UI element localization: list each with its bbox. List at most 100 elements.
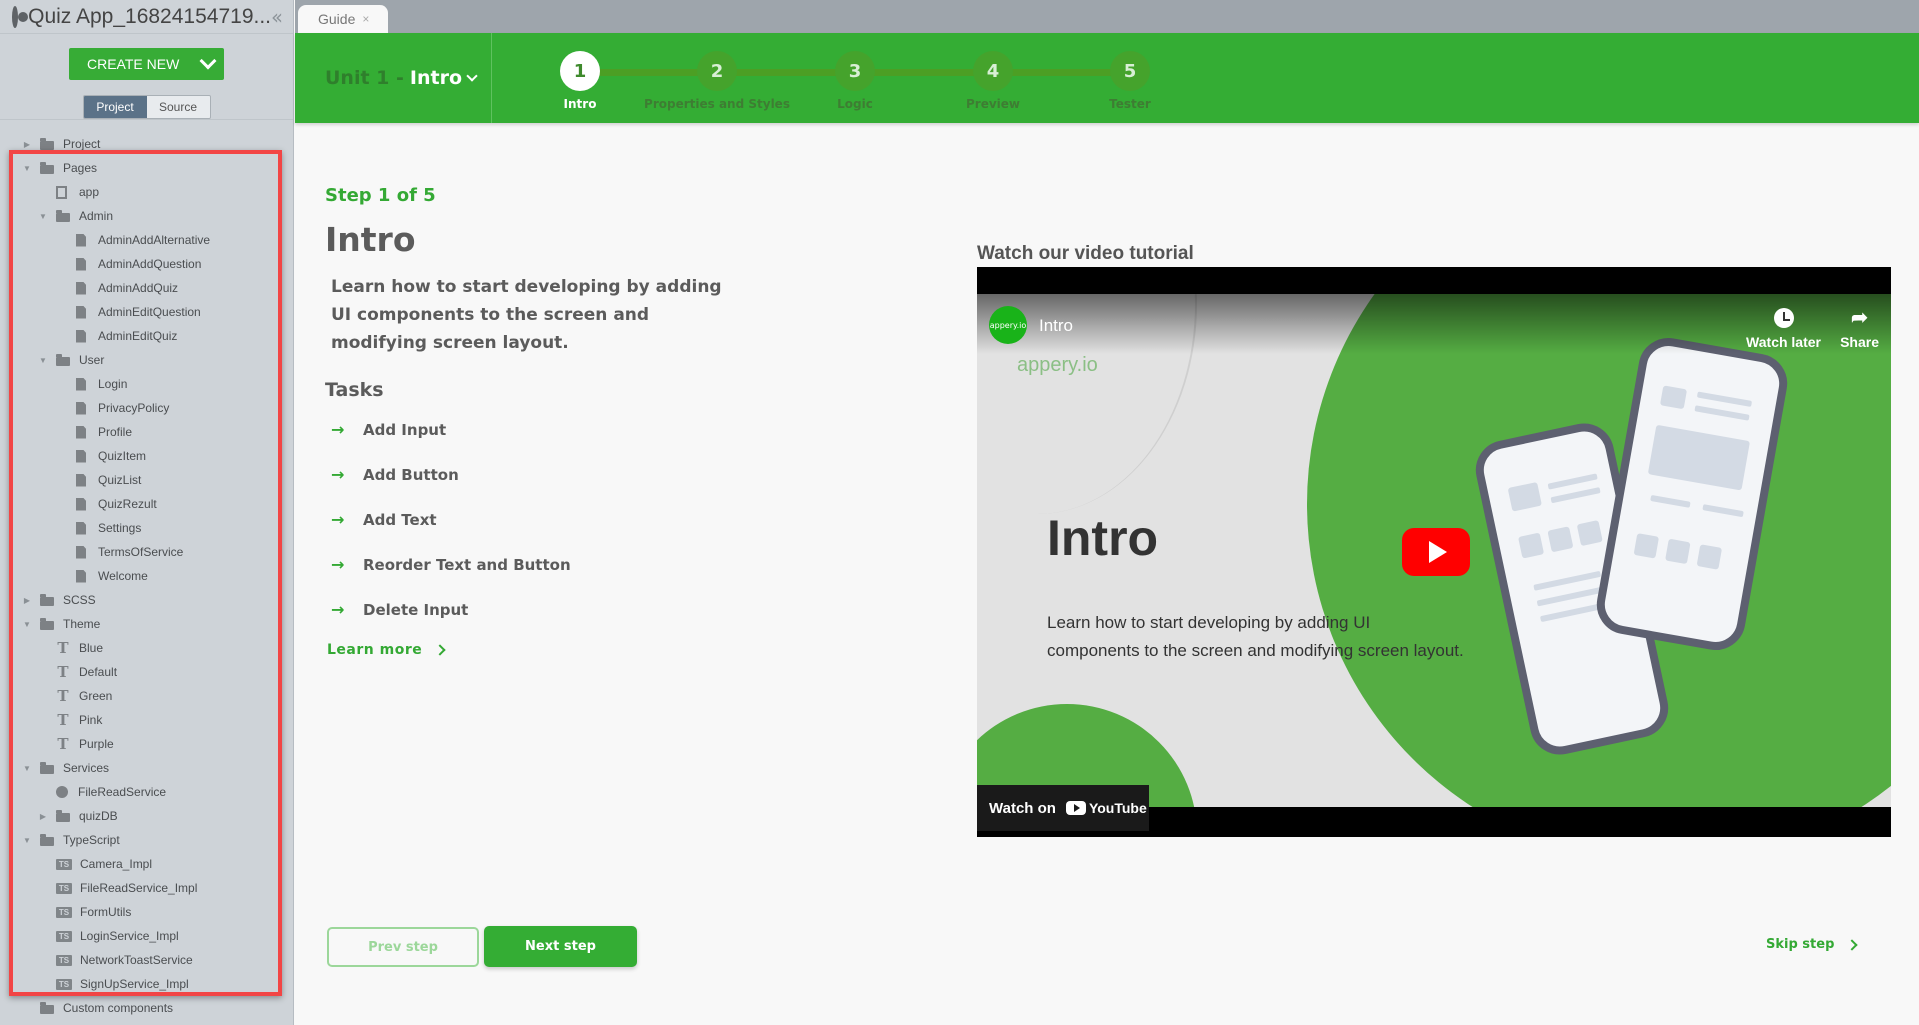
tree-item-pink[interactable]: T Pink — [0, 708, 294, 732]
tab-guide[interactable]: Guide × — [298, 5, 388, 33]
tree-item-camera-impl[interactable]: TS Camera_Impl — [0, 852, 294, 876]
tree-item-quizrezult[interactable]: QuizRezult — [0, 492, 294, 516]
tree-item-termsofservice[interactable]: TermsOfService — [0, 540, 294, 564]
step-description: Learn how to start developing by adding … — [331, 277, 722, 353]
arrow-right-icon: → — [331, 555, 345, 574]
tree-item-formutils[interactable]: TS FormUtils — [0, 900, 294, 924]
tree-item-pages[interactable]: ▼ Pages — [0, 156, 294, 180]
folder-icon — [40, 137, 54, 150]
tree-item-filereadservice-impl[interactable]: TS FileReadService_Impl — [0, 876, 294, 900]
tree-item-networktoastservice[interactable]: TS NetworkToastService — [0, 948, 294, 972]
watch-on-label: Watch on — [989, 799, 1056, 817]
tree-item-services[interactable]: ▼ Services — [0, 756, 294, 780]
step-5[interactable]: 5 Tester — [1060, 51, 1200, 111]
watch-on-youtube-button[interactable]: Watch on YouTube — [977, 785, 1149, 831]
chevron-down-icon[interactable] — [199, 52, 217, 70]
tree-item-quizdb[interactable]: ▶ quizDB — [0, 804, 294, 828]
project-view-button[interactable]: Project — [83, 96, 147, 118]
chevron-right-icon — [1846, 938, 1859, 951]
tree-item-quizlist[interactable]: QuizList — [0, 468, 294, 492]
step-number: 3 — [835, 51, 875, 91]
step-4[interactable]: 4 Preview — [923, 51, 1063, 111]
step-2[interactable]: 2 Properties and Styles — [644, 51, 790, 111]
tree-item-login[interactable]: Login — [0, 372, 294, 396]
tree-item-default[interactable]: T Default — [0, 660, 294, 684]
collapse-arrow-icon[interactable]: ▼ — [38, 355, 48, 365]
tree-item-adminaddquestion[interactable]: AdminAddQuestion — [0, 252, 294, 276]
unit-prefix: Unit 1 - — [325, 67, 404, 89]
task-item[interactable]: → Reorder Text and Button — [325, 542, 775, 587]
tree-item-label: Custom components — [63, 1001, 174, 1015]
task-item[interactable]: → Add Button — [325, 452, 775, 497]
tree-item-admin[interactable]: ▼ Admin — [0, 204, 294, 228]
step-1[interactable]: 1 Intro — [510, 51, 650, 111]
collapse-arrow-icon[interactable]: ▼ — [22, 835, 32, 845]
page-icon — [76, 569, 86, 583]
tree-item-signupservice-impl[interactable]: TS SignUpService_Impl — [0, 972, 294, 996]
skip-step-button[interactable]: Skip step — [1766, 937, 1859, 952]
tree-item-label: Pages — [63, 161, 98, 175]
tree-item-scss[interactable]: ▶ SCSS — [0, 588, 294, 612]
tree-item-label: AdminEditQuestion — [98, 305, 201, 319]
task-item[interactable]: → Delete Input — [325, 587, 775, 632]
tree-item-purple[interactable]: T Purple — [0, 732, 294, 756]
tree-item-theme[interactable]: ▼ Theme — [0, 612, 294, 636]
collapse-arrow-icon[interactable]: ▼ — [22, 619, 32, 629]
tree-item-welcome[interactable]: Welcome — [0, 564, 294, 588]
learn-more-link[interactable]: Learn more — [325, 642, 775, 658]
close-icon[interactable]: × — [362, 12, 369, 26]
folder-icon — [40, 617, 54, 630]
tree-item-typescript[interactable]: ▼ TypeScript — [0, 828, 294, 852]
expand-arrow-icon[interactable]: ▶ — [22, 595, 32, 605]
create-new-button[interactable]: CREATE NEW — [69, 48, 224, 80]
watch-later-button[interactable]: Watch later — [1746, 308, 1821, 350]
collapse-arrow-icon[interactable]: ▼ — [22, 763, 32, 773]
task-item[interactable]: → Add Text — [325, 497, 775, 542]
theme-icon: T — [57, 639, 69, 657]
source-view-button[interactable]: Source — [146, 96, 210, 118]
task-label: Add Button — [363, 465, 459, 484]
tree-item-user[interactable]: ▼ User — [0, 348, 294, 372]
expand-arrow-icon[interactable]: ▶ — [38, 811, 48, 821]
tree-item-quizitem[interactable]: QuizItem — [0, 444, 294, 468]
play-button[interactable] — [1402, 528, 1470, 576]
step-label: Preview — [965, 97, 1020, 111]
tree-item-custom-components[interactable]: Custom components — [0, 996, 294, 1020]
tree-item-label: app — [79, 185, 100, 199]
video-title[interactable]: Intro — [1039, 316, 1073, 336]
tree-item-admineditquiz[interactable]: AdminEditQuiz — [0, 324, 294, 348]
next-step-button[interactable]: Next step — [484, 926, 637, 967]
tree-item-blue[interactable]: T Blue — [0, 636, 294, 660]
unit-selector[interactable]: Unit 1 - Intro — [295, 33, 492, 123]
tree-item-settings[interactable]: Settings — [0, 516, 294, 540]
tree-item-label: Green — [79, 689, 113, 703]
video-player[interactable]: appery.io Intro Learn how to start devel… — [977, 267, 1891, 837]
page-icon — [76, 257, 86, 271]
share-button[interactable]: ➦ Share — [1840, 308, 1879, 350]
step-3[interactable]: 3 Logic — [785, 51, 925, 111]
expand-arrow-icon[interactable]: ▶ — [22, 139, 32, 149]
tree-item-profile[interactable]: Profile — [0, 420, 294, 444]
page-icon — [76, 497, 86, 511]
tree-item-app[interactable]: app — [0, 180, 294, 204]
tree-item-green[interactable]: T Green — [0, 684, 294, 708]
channel-avatar[interactable]: appery.io — [989, 306, 1027, 344]
tree-item-adminaddquiz[interactable]: AdminAddQuiz — [0, 276, 294, 300]
tree-item-admineditquestion[interactable]: AdminEditQuestion — [0, 300, 294, 324]
tree-item-adminaddalternative[interactable]: AdminAddAlternative — [0, 228, 294, 252]
tree-item-privacypolicy[interactable]: PrivacyPolicy — [0, 396, 294, 420]
collapse-sidebar-icon[interactable]: ‹‹ — [271, 5, 283, 29]
step-label: Tester — [1109, 97, 1151, 111]
page-icon — [76, 449, 86, 463]
tree-item-project[interactable]: ▶ Project — [0, 132, 294, 156]
typescript-icon: TS — [56, 858, 72, 870]
tree-item-loginservice-impl[interactable]: TS LoginService_Impl — [0, 924, 294, 948]
prev-step-button[interactable]: Prev step — [327, 927, 479, 967]
tree-item-filereadservice[interactable]: FileReadService — [0, 780, 294, 804]
collapse-arrow-icon[interactable]: ▼ — [38, 211, 48, 221]
collapse-arrow-icon[interactable]: ▼ — [22, 163, 32, 173]
task-item[interactable]: → Add Input — [325, 407, 775, 452]
